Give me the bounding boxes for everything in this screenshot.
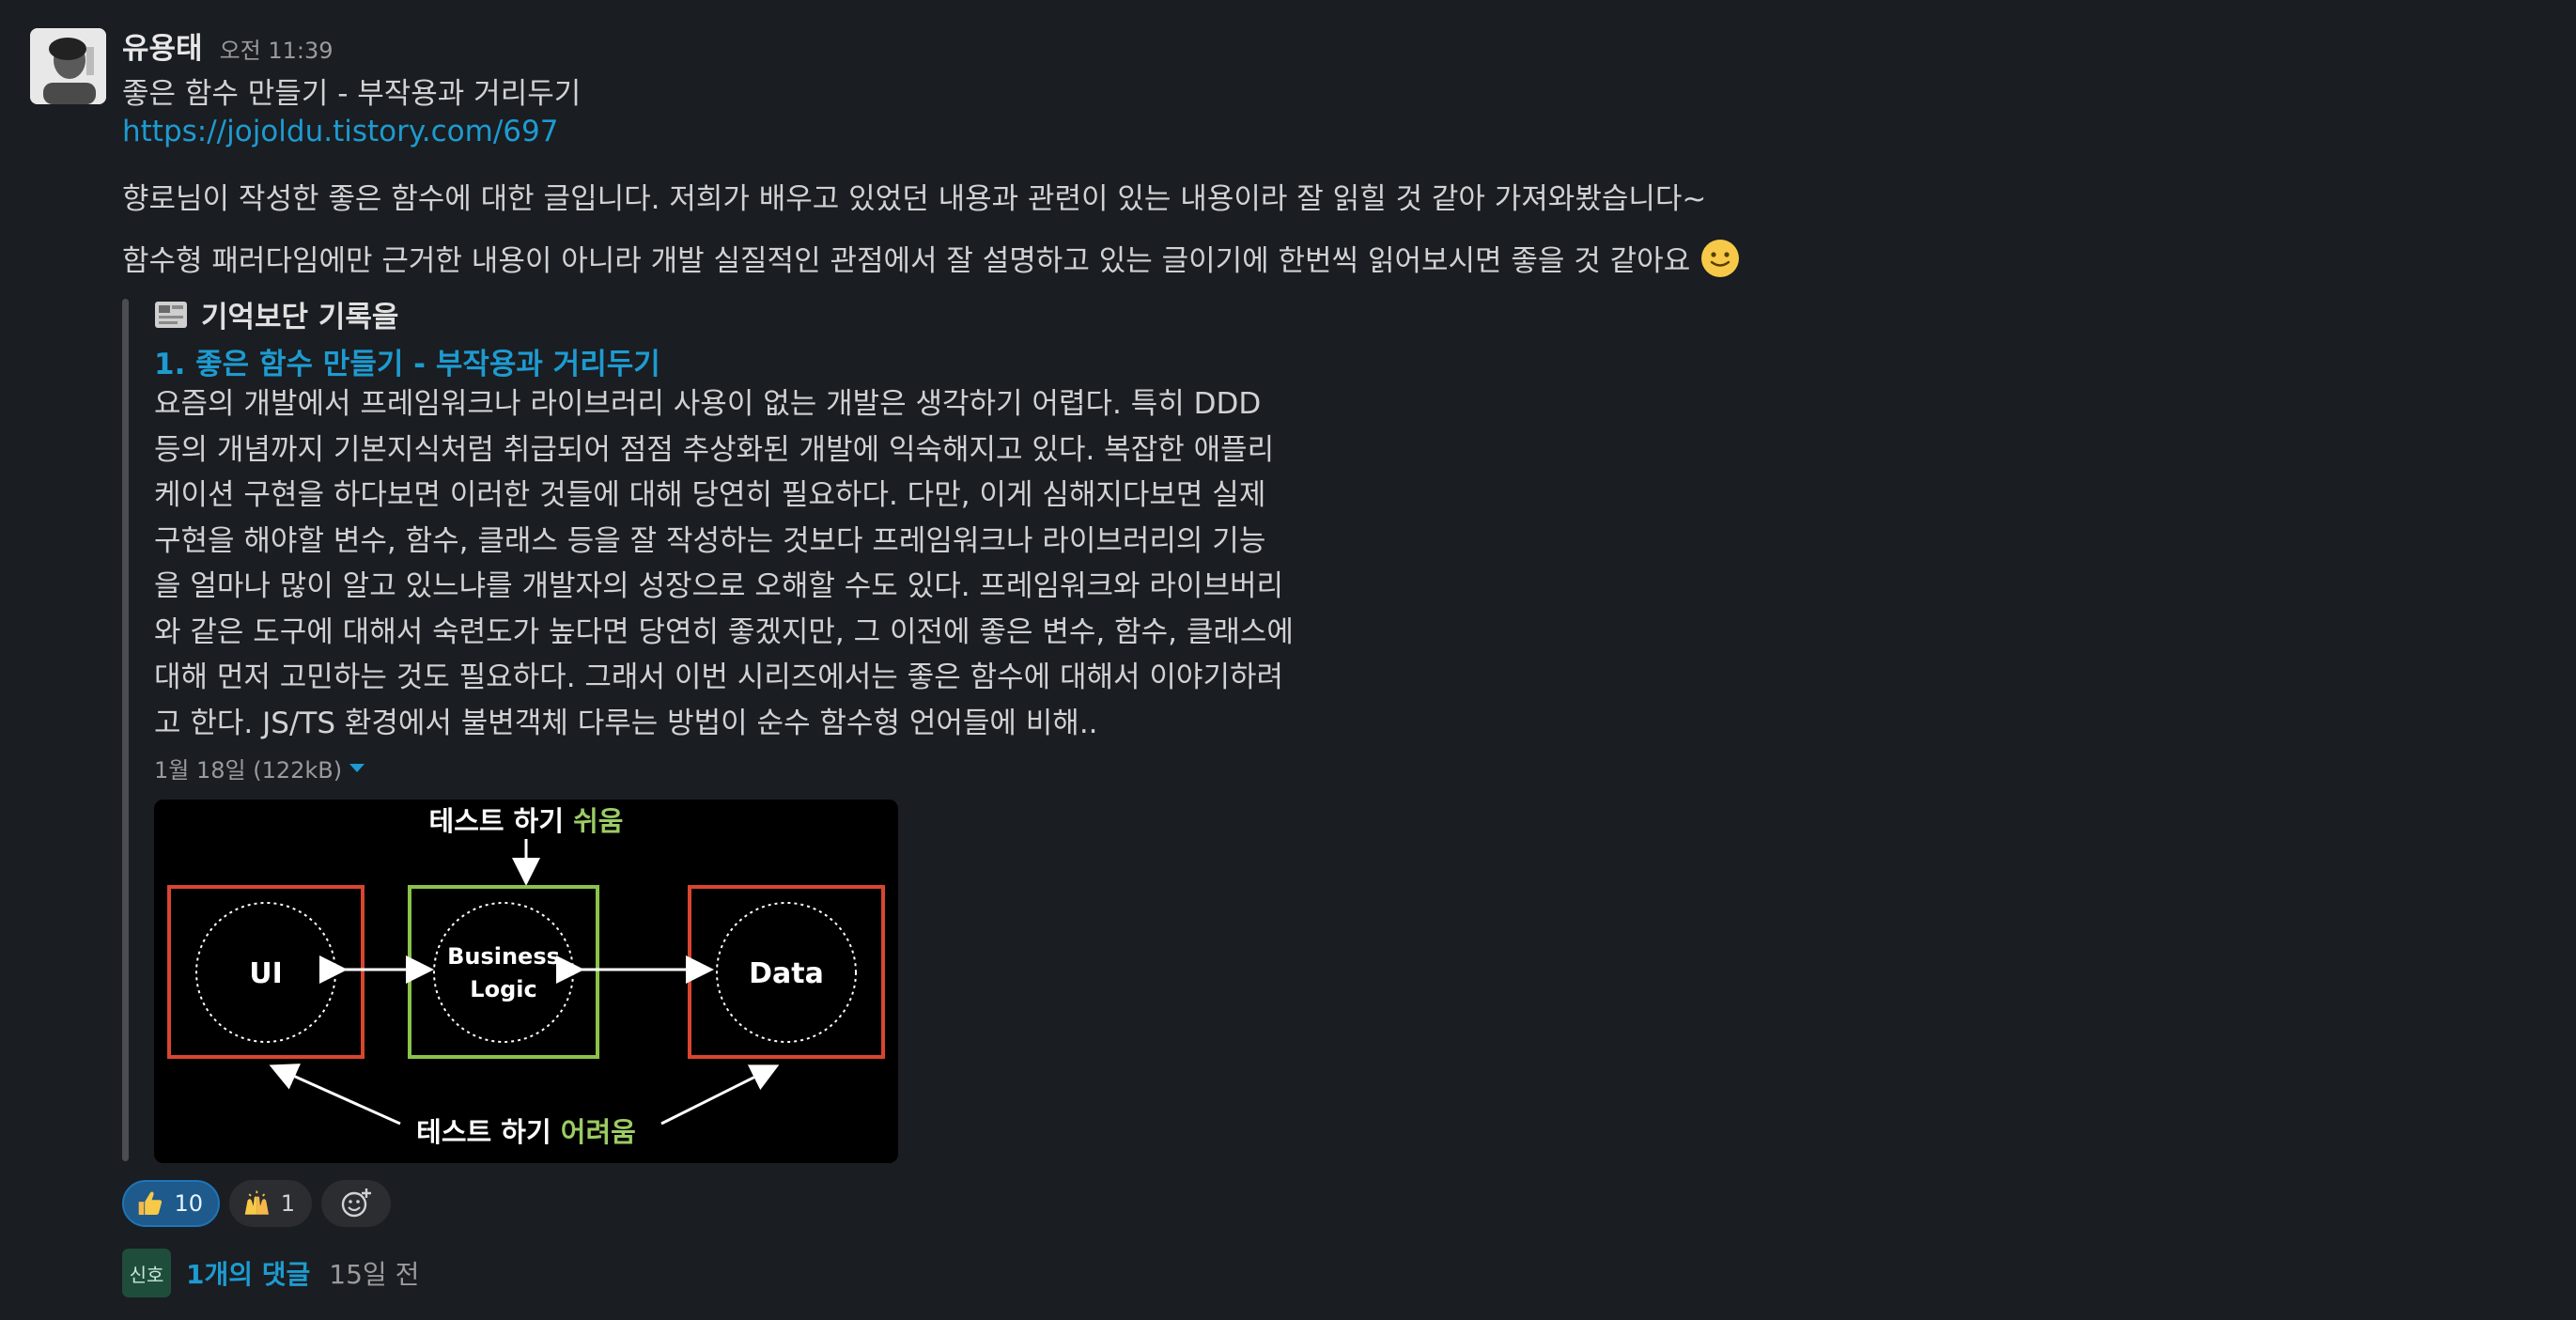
description-line: 을 얼마나 많이 알고 있느냐를 개발자의 성장으로 오해할 수도 있다. 프레… (154, 569, 1284, 603)
thread-summary[interactable]: 신호 1개의 댓글 15일 전 (122, 1249, 419, 1297)
attachment-meta-text: 1월 18일 (122kB) (154, 757, 343, 784)
description-line: 와 같은 도구에 대해서 숙련도가 높다면 당연히 좋겠지만, 그 이전에 좋은… (154, 614, 1294, 649)
attachment-title[interactable]: 1. 좋은 함수 만들기 - 부작용과 거리두기 (154, 340, 660, 382)
reaction-thumbs-up[interactable]: 10 (122, 1180, 220, 1227)
attachment-preview-image[interactable]: 테스트 하기 쉬움 UI Business Logic Data 테스트 하기 … (154, 800, 898, 1163)
add-emoji-icon (341, 1188, 371, 1218)
description-line: 고 한다. JS/TS 환경에서 불변객체 다루는 방법이 순수 함수형 언어들… (154, 706, 1098, 740)
raising-hands-icon (244, 1190, 270, 1215)
site-favicon-icon (155, 301, 187, 328)
message-title: 좋은 함수 만들기 - 부작용과 거리두기 (122, 77, 582, 111)
author-name[interactable]: 유용태 (122, 24, 203, 67)
message-link[interactable]: https://jojoldu.tistory.com/697 (122, 115, 558, 148)
description-line: 대해 먼저 고민하는 것도 필요하다. 그래서 이번 시리즈에서는 좋은 함수에… (154, 660, 1284, 694)
slightly-smiling-face-icon (1701, 239, 1740, 277)
reply-count-link[interactable]: 1개의 댓글 (186, 1254, 310, 1292)
business-label: Business (447, 943, 560, 970)
site-name[interactable]: 기억보단 기록을 (201, 293, 398, 335)
last-reply-time: 15일 전 (329, 1259, 420, 1290)
diagram-bottom-label: 테스트 하기 어려움 (416, 1116, 636, 1148)
ui-label: UI (249, 957, 283, 990)
thumbs-up-icon (138, 1191, 163, 1216)
description-line: 케이션 구현을 하다보면 이러한 것들에 대해 당연히 필요하다. 다만, 이게… (154, 478, 1266, 512)
slack-message: 유용태 오전 11:39 좋은 함수 만들기 - 부작용과 거리두기 https… (0, 0, 2576, 1320)
add-reaction-button[interactable] (321, 1180, 391, 1227)
reaction-raising-hands[interactable]: 1 (229, 1180, 312, 1227)
logic-label: Logic (470, 976, 536, 1002)
diagram-top-label: 테스트 하기 쉬움 (429, 805, 624, 837)
attachment-bar (122, 299, 129, 1161)
message-paragraph-2-row: 함수형 패러다임에만 근거한 내용이 아니라 개발 실질적인 관점에서 잘 설명… (122, 237, 1741, 279)
message-paragraph-1: 향로님이 작성한 좋은 함수에 대한 글입니다. 저희가 배우고 있었던 내용과… (122, 182, 1707, 216)
timestamp[interactable]: 오전 11:39 (220, 32, 334, 65)
reactions-bar: 10 1 (122, 1180, 391, 1227)
attachment-meta[interactable]: 1월 18일 (122kB) (154, 752, 365, 784)
reaction-count: 10 (174, 1190, 203, 1217)
attachment-description: 요즘의 개발에서 프레임워크나 라이브러리 사용이 없는 개발은 생각하기 어렵… (154, 381, 1347, 746)
description-line: 요즘의 개발에서 프레임워크나 라이브러리 사용이 없는 개발은 생각하기 어렵… (154, 387, 1262, 421)
description-line: 구현을 해야할 변수, 함수, 클래스 등을 잘 작성하는 것보다 프레임워크나… (154, 523, 1266, 558)
description-line: 등의 개념까지 기본지식처럼 취급되어 점점 추상화된 개발에 익숙해지고 있다… (154, 432, 1275, 467)
data-label: Data (749, 957, 824, 990)
message-paragraph-2: 함수형 패러다임에만 근거한 내용이 아니라 개발 실질적인 관점에서 잘 설명… (122, 244, 1691, 278)
message-header: 유용태 오전 11:39 (122, 24, 334, 66)
attachment-site: 기억보단 기록을 (154, 293, 398, 335)
reply-avatar: 신호 (122, 1249, 171, 1297)
reaction-count: 1 (280, 1190, 295, 1217)
author-avatar[interactable] (30, 28, 106, 104)
caret-down-icon[interactable] (349, 764, 365, 772)
